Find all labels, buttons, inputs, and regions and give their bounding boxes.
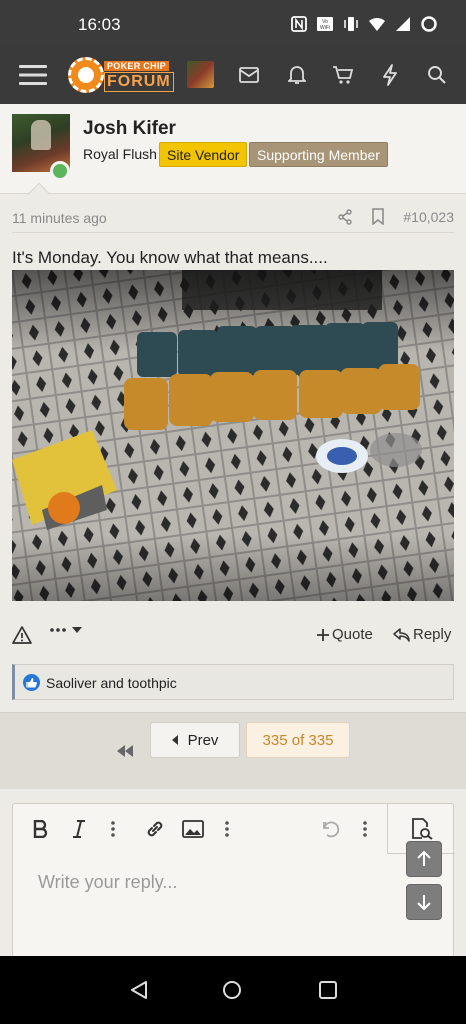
status-bar: 16:03 Vo WiFi [0, 0, 466, 46]
bolt-icon [383, 64, 397, 86]
reply-button[interactable]: Reply [393, 626, 451, 643]
bell-icon [288, 66, 306, 84]
menu-icon [19, 65, 47, 85]
report-warning-icon[interactable] [12, 626, 32, 644]
divider [12, 232, 454, 233]
logo-line1: POKER CHIP [104, 61, 170, 71]
more-editor-options-button[interactable] [355, 816, 375, 842]
more-text-options-button[interactable] [103, 816, 123, 842]
bold-icon [33, 820, 48, 838]
reply-label: Reply [413, 626, 452, 643]
home-circle-icon[interactable] [222, 980, 242, 1000]
battery-ring-icon [421, 16, 437, 32]
system-navigation-bar [0, 956, 466, 1024]
search-button[interactable] [422, 46, 452, 104]
cart-button[interactable] [328, 46, 358, 104]
plus-icon [317, 628, 329, 641]
vibrate-icon [344, 17, 358, 31]
cart-icon [333, 66, 354, 84]
search-icon [428, 66, 446, 84]
user-title: Royal Flush [83, 146, 157, 162]
italic-button[interactable] [65, 816, 93, 842]
reactions-text: Saoliver and toothpic [46, 675, 177, 691]
chevron-left-icon [171, 735, 178, 745]
poker-chip-logo-icon [68, 57, 104, 93]
recents-square-icon[interactable] [318, 980, 338, 1000]
more-options-button[interactable] [50, 627, 82, 633]
share-icon[interactable] [337, 208, 353, 225]
post-action-bar: Quote Reply [12, 624, 454, 648]
undo-icon [323, 821, 340, 838]
signal-icon [396, 17, 410, 31]
post-text: It's Monday. You know what that means...… [12, 248, 328, 267]
italic-icon [73, 820, 85, 838]
wifi-icon [369, 17, 385, 31]
preview-document-icon [412, 818, 433, 840]
more-insert-options-button[interactable] [217, 816, 237, 842]
avatar[interactable] [187, 61, 214, 88]
link-icon [147, 821, 163, 837]
insert-image-button[interactable] [179, 816, 207, 842]
post-meta-actions: #10,023 [337, 208, 454, 225]
bookmark-icon[interactable] [371, 208, 385, 225]
arrow-up-icon [417, 851, 431, 866]
current-page-label: 335 of 335 [262, 731, 334, 749]
chevron-down-icon [72, 627, 82, 633]
vertical-dots-icon [111, 821, 115, 837]
post-time[interactable]: 11 minutes ago [12, 210, 107, 226]
post-image[interactable] [12, 270, 454, 601]
scroll-up-button[interactable] [406, 841, 442, 877]
back-triangle-icon[interactable] [129, 980, 149, 1000]
first-page-button[interactable] [116, 731, 140, 771]
arrow-down-icon [417, 895, 431, 910]
menu-button[interactable] [14, 46, 52, 104]
editor-toolbar [13, 804, 455, 854]
online-indicator [50, 161, 70, 181]
reply-input[interactable]: Write your reply... [38, 872, 177, 893]
like-icon [23, 674, 40, 691]
insert-link-button[interactable] [141, 816, 169, 842]
inbox-button[interactable] [234, 46, 264, 104]
svg-text:WiFi: WiFi [320, 25, 330, 31]
undo-button[interactable] [317, 816, 345, 842]
more-dots-icon [50, 628, 66, 632]
status-icons: Vo WiFi [290, 15, 438, 33]
prev-page-button[interactable]: Prev [150, 722, 240, 758]
pagination: Prev 335 of 335 [0, 712, 466, 789]
reply-arrow-icon [393, 627, 410, 642]
bold-button[interactable] [27, 816, 55, 842]
vertical-dots-icon [225, 821, 229, 837]
prev-label: Prev [187, 731, 219, 749]
whats-new-button[interactable] [375, 46, 405, 104]
site-vendor-badge: Site Vendor [159, 142, 248, 167]
status-time: 16:03 [78, 15, 121, 34]
reply-editor: Write your reply... [12, 803, 455, 963]
logo-line2: FORUM [104, 72, 174, 92]
alerts-button[interactable] [282, 46, 312, 104]
forum-logo[interactable]: POKER CHIP FORUM [68, 57, 176, 93]
quote-label: Quote [332, 626, 373, 643]
page-jump-button[interactable]: 335 of 335 [246, 722, 350, 758]
quote-button[interactable]: Quote [317, 626, 373, 643]
post-author[interactable]: Josh Kifer [83, 118, 176, 140]
double-chevron-left-icon [117, 745, 133, 757]
post-number[interactable]: #10,023 [403, 209, 454, 225]
scroll-down-button[interactable] [406, 884, 442, 920]
vowifi-icon: VoWiFi [317, 17, 333, 31]
vertical-dots-icon [363, 821, 367, 837]
nfc-icon [291, 16, 307, 32]
mail-icon [239, 67, 259, 83]
supporting-member-badge: Supporting Member [249, 142, 388, 167]
image-icon [182, 820, 204, 838]
top-nav: POKER CHIP FORUM [0, 46, 466, 104]
reactions-bar[interactable]: Saoliver and toothpic [12, 664, 454, 700]
